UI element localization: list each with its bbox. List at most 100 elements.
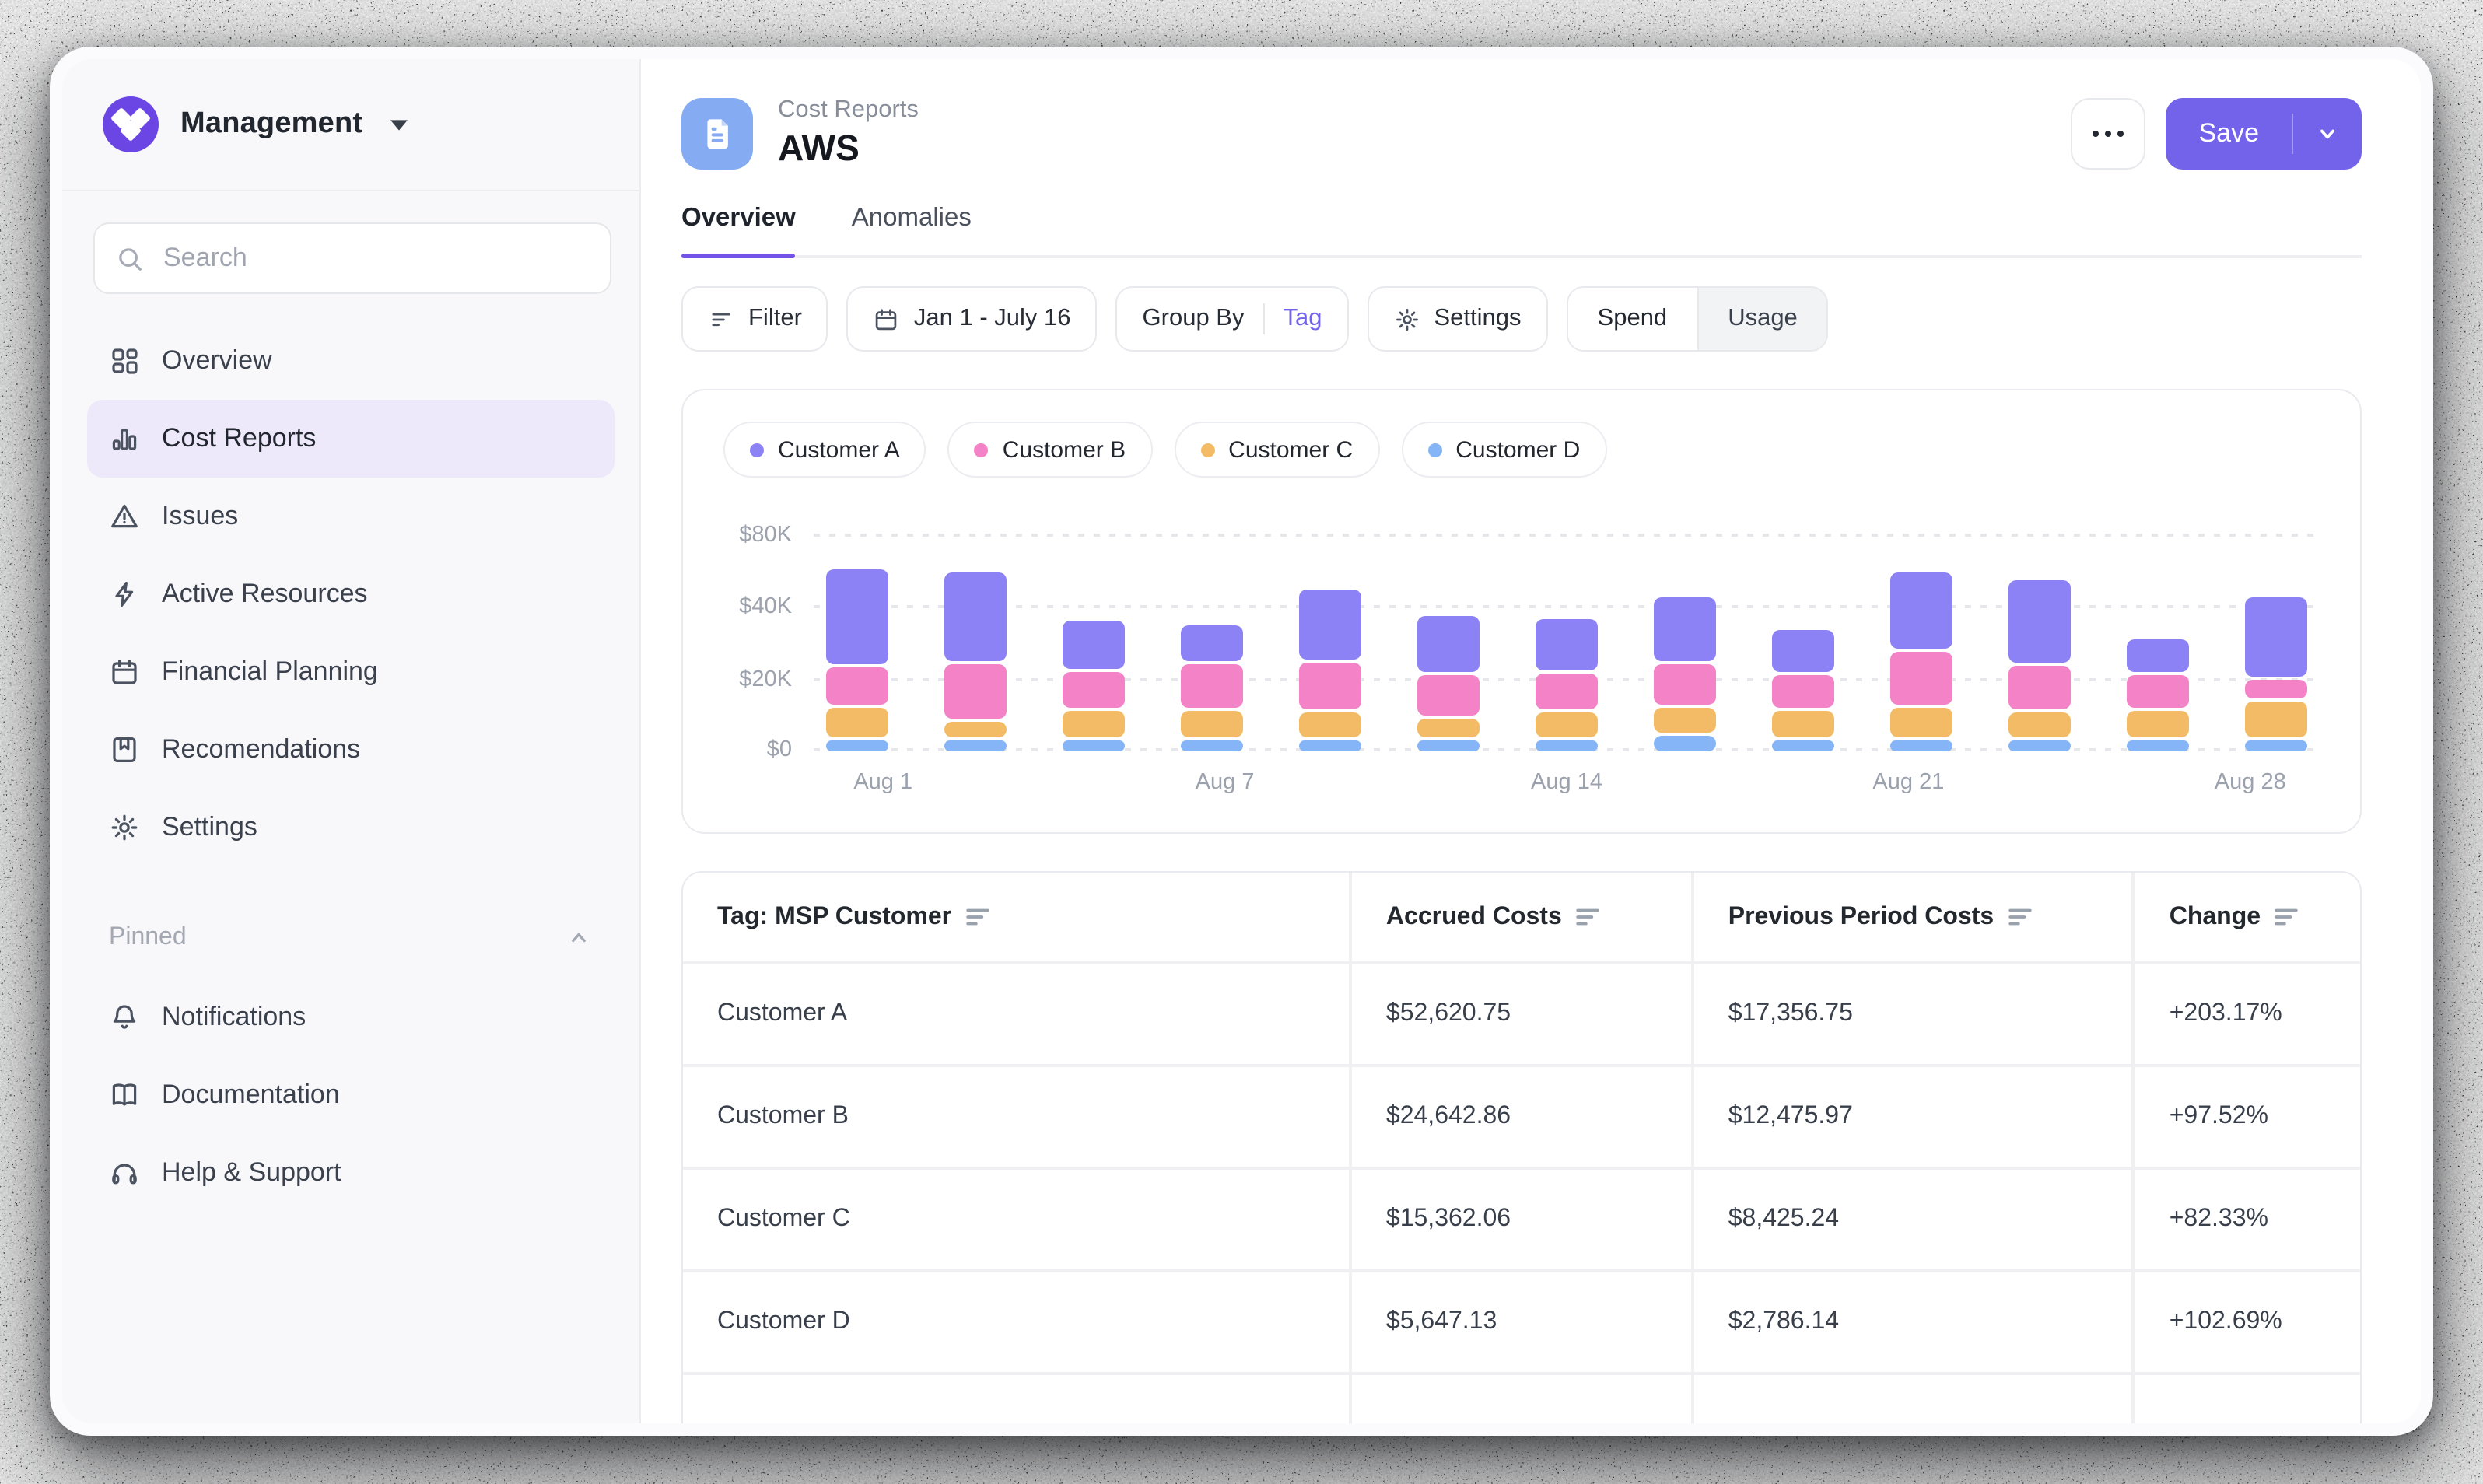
sidebar-item-overview[interactable]: Overview — [87, 322, 615, 400]
stacked-bar[interactable] — [1063, 621, 1125, 751]
bar-segment-customer-a — [1890, 572, 1952, 648]
legend-item-customer-a[interactable]: Customer A — [723, 422, 926, 478]
cell-empty — [2132, 1375, 2360, 1423]
group-by-button[interactable]: Group By Tag — [1116, 286, 1349, 352]
bar-segment-customer-d — [1536, 740, 1598, 751]
cell-tag: Customer B — [683, 1067, 1349, 1167]
y-axis: $80K$40K$20K$0 — [723, 518, 814, 751]
tab-overview[interactable]: Overview — [681, 204, 796, 255]
stacked-bar[interactable] — [2127, 639, 2189, 751]
sidebar-item-help-support[interactable]: Help & Support — [87, 1134, 615, 1212]
column-header-tag-msp-customer[interactable]: Tag: MSP Customer — [683, 873, 1349, 961]
workspace-name: Management — [180, 107, 362, 142]
stacked-bar[interactable] — [1181, 626, 1243, 751]
table-row[interactable]: Customer C$15,362.06$8,425.24+82.33% — [683, 1167, 2360, 1269]
bar-segment-customer-d — [2127, 740, 2189, 751]
bar-segment-customer-d — [1772, 740, 1834, 751]
more-options-button[interactable] — [2072, 97, 2146, 169]
bar-segment-customer-d — [2008, 740, 2071, 751]
table-row[interactable]: Customer B$24,642.86$12,475.97+97.52% — [683, 1064, 2360, 1167]
stacked-bar[interactable] — [2008, 580, 2071, 751]
bar-segment-customer-b — [2008, 666, 2071, 709]
sidebar-item-settings[interactable]: Settings — [87, 789, 615, 866]
legend-item-customer-d[interactable]: Customer D — [1401, 422, 1606, 478]
bell-icon — [109, 1002, 140, 1033]
stacked-bar[interactable] — [944, 572, 1007, 751]
toolbar: Filter Jan 1 - July 16 Group By Tag Sett… — [681, 286, 2362, 352]
sort-icon[interactable] — [1576, 907, 1599, 927]
table-row[interactable]: Customer D$5,647.13$2,786.14+102.69% — [683, 1269, 2360, 1372]
bar-segment-customer-c — [944, 722, 1007, 737]
legend-label: Customer C — [1228, 436, 1353, 463]
bar-segment-customer-b — [826, 667, 888, 704]
header-actions: Save — [2072, 97, 2362, 169]
bars-container — [814, 518, 2320, 751]
stacked-bar[interactable] — [826, 569, 888, 751]
stacked-bar[interactable] — [1417, 615, 1480, 751]
sidebar-item-documentation[interactable]: Documentation — [87, 1056, 615, 1134]
bar-segment-customer-a — [1772, 630, 1834, 672]
sort-icon[interactable] — [965, 907, 989, 927]
sidebar-item-label: Financial Planning — [162, 656, 378, 688]
tab-anomalies[interactable]: Anomalies — [852, 204, 972, 255]
search-box[interactable] — [93, 222, 611, 294]
sidebar-item-label: Cost Reports — [162, 423, 316, 454]
sidebar-divider — [62, 190, 639, 191]
cell-change: +82.33% — [2132, 1170, 2360, 1269]
search-icon — [115, 243, 145, 273]
column-header-change[interactable]: Change — [2132, 873, 2360, 961]
x-axis-tick: Aug 1 — [853, 770, 912, 795]
page-header: Cost Reports AWS Save — [681, 96, 2362, 170]
table-row[interactable]: Customer A$52,620.75$17,356.75+203.17% — [683, 961, 2360, 1064]
column-header-previous-period-costs[interactable]: Previous Period Costs — [1691, 873, 2132, 961]
chart-settings-button[interactable]: Settings — [1368, 286, 1548, 352]
sidebar-item-active-resources[interactable]: Active Resources — [87, 555, 615, 633]
column-header-label: Previous Period Costs — [1728, 903, 1994, 931]
bar-segment-customer-c — [1536, 713, 1598, 737]
date-range-button[interactable]: Jan 1 - July 16 — [847, 286, 1098, 352]
segment-usage[interactable]: Usage — [1697, 288, 1827, 350]
sidebar-item-label: Settings — [162, 812, 257, 843]
bar-segment-customer-a — [2127, 639, 2189, 672]
stacked-bar[interactable] — [1890, 572, 1952, 751]
bar-segment-customer-c — [1063, 711, 1125, 737]
sidebar-item-cost-reports[interactable]: Cost Reports — [87, 400, 615, 478]
filter-icon — [708, 306, 734, 332]
chart-legend: Customer A Customer B Customer C Customer D — [723, 422, 2320, 478]
save-dropdown-toggle[interactable] — [2293, 119, 2362, 147]
stacked-bar[interactable] — [1536, 619, 1598, 751]
table-row-partial — [683, 1372, 2360, 1423]
bar-segment-customer-c — [1890, 708, 1952, 737]
filter-button[interactable]: Filter — [681, 286, 828, 352]
page-title: AWS — [778, 128, 919, 170]
bookmark-icon — [109, 734, 140, 765]
report-document-icon — [681, 97, 753, 169]
stacked-bar[interactable] — [1299, 589, 1361, 751]
caret-down-icon — [390, 119, 408, 130]
sidebar-item-notifications[interactable]: Notifications — [87, 978, 615, 1056]
sidebar-item-issues[interactable]: Issues — [87, 478, 615, 555]
sidebar-item-financial-planning[interactable]: Financial Planning — [87, 633, 615, 711]
cost-table: Tag: MSP CustomerAccrued Costs Previous P… — [681, 871, 2362, 1423]
legend-item-customer-c[interactable]: Customer C — [1174, 422, 1379, 478]
bar-segment-customer-a — [944, 572, 1007, 660]
cell-change: +203.17% — [2132, 964, 2360, 1064]
workspace-switcher[interactable]: Management — [62, 59, 639, 190]
y-axis-tick: $80K — [739, 522, 792, 547]
stacked-bar[interactable] — [2245, 598, 2307, 751]
app-frame: Management Overview Cost Reports IssuesAct… — [62, 59, 2421, 1423]
search-input[interactable] — [160, 241, 590, 275]
sidebar-item-recomendations[interactable]: Recomendations — [87, 711, 615, 789]
bar-segment-customer-b — [1890, 652, 1952, 705]
sort-icon[interactable] — [2008, 907, 2031, 927]
column-header-accrued-costs[interactable]: Accrued Costs — [1349, 873, 1691, 961]
segment-spend[interactable]: Spend — [1568, 288, 1697, 350]
stacked-bar[interactable] — [1772, 630, 1834, 751]
sort-icon[interactable] — [2275, 907, 2298, 927]
legend-item-customer-b[interactable]: Customer B — [948, 422, 1152, 478]
y-axis-tick: $20K — [739, 667, 792, 691]
legend-dot — [1427, 443, 1441, 457]
save-button[interactable]: Save — [2166, 97, 2362, 169]
stacked-bar[interactable] — [1654, 597, 1716, 751]
pinned-section-header[interactable]: Pinned — [87, 904, 615, 972]
